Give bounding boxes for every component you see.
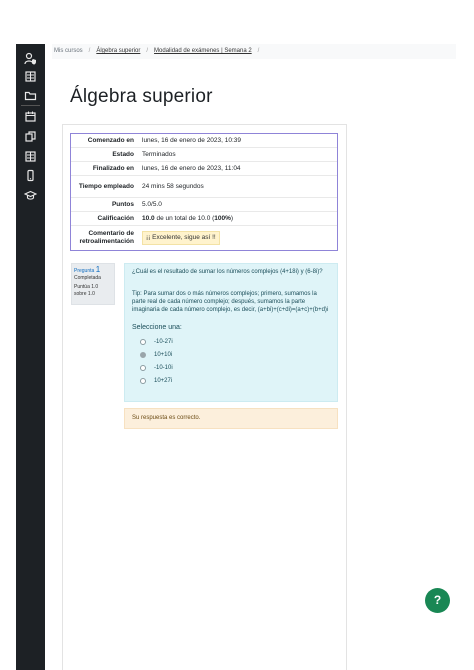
summary-label: Comentario de retroalimentación (79, 230, 134, 245)
summary-row-grade: Calificación 10.0 de un total de 10.0 (1… (71, 212, 337, 226)
left-nav-drawer (16, 44, 45, 670)
answer-option-label: 10+27i (154, 377, 173, 384)
radio-button[interactable] (140, 377, 146, 384)
summary-row-state: Estado Terminados (71, 148, 337, 162)
breadcrumb-separator: / (257, 48, 260, 54)
book-icon[interactable] (24, 150, 37, 163)
feedback-badge: ¡¡ Excelente, sigue así !! (142, 231, 220, 245)
summary-value: lunes, 16 de enero de 2023, 11:04 (142, 164, 241, 172)
breadcrumb-item-course[interactable]: Álgebra superior (96, 48, 140, 54)
summary-value: 24 mins 58 segundos (142, 182, 204, 190)
answer-option[interactable]: 10+27i (132, 374, 330, 387)
summary-row-marks: Puntos 5.0/5.0 (71, 198, 337, 212)
summary-value: Terminados (142, 150, 176, 158)
summary-label: Tiempo empleado (78, 182, 134, 190)
sidebar-divider (21, 105, 40, 106)
summary-label: Finalizado en (92, 164, 134, 172)
breadcrumb-item-quiz[interactable]: Modalidad de exámenes | Semana 2 (154, 48, 252, 54)
radio-button-selected[interactable] (140, 351, 146, 358)
breadcrumb-separator: / (88, 48, 91, 54)
summary-label: Puntos (111, 200, 134, 208)
summary-value: 10.0 de un total de 10.0 (100%) (138, 213, 337, 225)
summary-row-time-taken: Tiempo empleado 24 mins 58 segundos (71, 176, 337, 198)
question-info-panel: Pregunta 1 Completada Puntúa 1.0 sobre 1… (71, 263, 115, 305)
answer-feedback: Su respuesta es correcto. (124, 408, 338, 429)
summary-label: Estado (112, 150, 134, 158)
help-button[interactable]: ? (425, 588, 450, 613)
page-title: Álgebra superior (70, 86, 213, 107)
summary-row-feedback: Comentario de retroalimentación ¡¡ Excel… (71, 226, 337, 250)
summary-label: Calificación (97, 214, 134, 222)
question-text: ¿Cuál es el resultado de sumar los númer… (132, 269, 323, 275)
attempt-summary-table: Comenzado en lunes, 16 de enero de 2023,… (70, 133, 338, 251)
summary-value: 5.0/5.0 (142, 200, 162, 208)
breadcrumb: Mis cursos / Álgebra superior / Modalidad de… (52, 44, 456, 59)
question-number: 1 (95, 265, 101, 274)
question-score: Puntúa 1.0 (74, 284, 99, 290)
summary-row-started: Comenzado en lunes, 16 de enero de 2023,… (71, 134, 337, 148)
answer-prompt: Seleccione una: (132, 324, 182, 331)
radio-button[interactable] (140, 338, 146, 345)
question-label: Pregunta (74, 268, 95, 274)
answer-option-label: 10+10i (154, 351, 173, 358)
summary-value: ¡¡ Excelente, sigue así !! (138, 229, 337, 247)
calendar-icon[interactable] (24, 110, 37, 123)
grade-close: ) (230, 214, 234, 222)
graduation-cap-icon[interactable] (23, 189, 38, 202)
mobile-icon[interactable] (24, 169, 37, 182)
answer-option[interactable]: -10-27i (132, 335, 330, 348)
answer-option-label: -10-27i (154, 338, 173, 345)
grade-value: 10.0 (142, 214, 155, 222)
summary-label: Comenzado en (87, 136, 134, 144)
summary-row-finished: Finalizado en lunes, 16 de enero de 2023… (71, 162, 337, 176)
book-icon[interactable] (24, 70, 37, 83)
user-shield-icon[interactable] (24, 52, 37, 65)
grade-percent: 100% (214, 214, 231, 222)
answer-option[interactable]: -10-10i (132, 361, 330, 374)
copy-icon[interactable] (24, 130, 37, 143)
question-tip: Tip: Para sumar dos o más números comple… (132, 291, 329, 313)
summary-value: lunes, 16 de enero de 2023, 10:39 (142, 136, 242, 144)
answer-option-label: -10-10i (154, 364, 173, 371)
question-content: ¿Cuál es el resultado de sumar los númer… (124, 263, 338, 402)
question-score-max: sobre 1.0 (74, 291, 95, 297)
folder-icon[interactable] (24, 89, 37, 102)
answer-option[interactable]: 10+10i (132, 348, 330, 361)
breadcrumb-item-mis-cursos[interactable]: Mis cursos (52, 48, 83, 54)
radio-button[interactable] (140, 364, 146, 371)
grade-total: de un total de 10.0 ( (154, 214, 215, 222)
question-status: Completada (74, 275, 101, 281)
breadcrumb-separator: / (146, 48, 149, 54)
